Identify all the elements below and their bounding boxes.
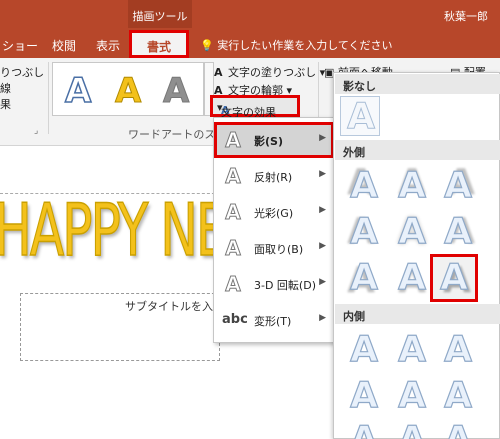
lightbulb-icon: 💡	[200, 39, 214, 52]
shadow-outer-2[interactable]: A	[392, 165, 432, 206]
shape-effects-button[interactable]: 果	[0, 96, 11, 112]
shadow-outer-8[interactable]: A	[392, 257, 432, 298]
tab-format-label: 書式	[146, 40, 171, 54]
submenu-arrow-icon: ▶	[319, 277, 326, 287]
shadow-outer-7-letter: A	[349, 257, 378, 298]
shadow-inner-9-letter: A	[438, 419, 478, 439]
shadow-inner-5-letter: A	[397, 375, 426, 416]
text-effects-button[interactable]: A 文字の効果 ▾	[210, 95, 300, 119]
shadow-outer-5-letter: A	[397, 211, 426, 252]
shadow-outer-7[interactable]: A	[344, 257, 384, 298]
tab-view[interactable]: 表示	[96, 37, 120, 54]
shadow-inner-1[interactable]: A	[344, 329, 384, 370]
bevel-icon: A	[225, 236, 241, 261]
submenu-arrow-icon: ▶	[319, 205, 326, 215]
menu-item-shadow-label: 影(S)	[254, 135, 283, 148]
drawing-tools-context: 描画ツール	[128, 0, 192, 28]
shadow-inner-7-letter: A	[344, 419, 384, 439]
shadow-outer-9-selected[interactable]: A	[430, 254, 478, 302]
section-inner: 内側	[335, 304, 500, 324]
shadow-inner-2-letter: A	[397, 329, 426, 370]
shadow-outer-3[interactable]: A	[438, 165, 478, 206]
shadow-inner-9[interactable]: A	[438, 419, 478, 439]
text-effects-label-wrap: A 文字の効果 ▾	[217, 101, 276, 119]
menu-item-shadow[interactable]: A 影(S) ▶	[214, 122, 334, 158]
menu-item-3d-rotation[interactable]: A 3-D 回転(D) ▶	[214, 266, 334, 302]
menu-item-bevel[interactable]: A 面取り(B) ▶	[214, 230, 334, 266]
section-outer-label: 外側	[343, 146, 365, 159]
glow-icon: A	[225, 200, 241, 225]
subtitle-placeholder-text: サブタイトルを入	[125, 300, 213, 313]
shadow-icon: A	[225, 128, 241, 153]
shadow-inner-7[interactable]: A	[344, 419, 384, 439]
shape-outline-button[interactable]: 線	[0, 80, 11, 96]
shadow-outer-8-letter: A	[397, 257, 426, 298]
wordart-style-gallery[interactable]: A A A	[52, 62, 204, 116]
submenu-arrow-icon: ▶	[319, 169, 326, 179]
shadow-outer-6-letter: A	[443, 211, 472, 252]
shape-fill-button[interactable]: りつぶし	[0, 64, 44, 80]
text-fill-icon: A	[214, 66, 223, 79]
section-no-shadow: 影なし	[335, 74, 500, 94]
wordart-style-gray[interactable]: A	[162, 71, 189, 112]
submenu-arrow-icon: ▶	[319, 133, 326, 143]
tell-me-search[interactable]: 💡 実行したい作業を入力してください	[200, 37, 393, 53]
dialog-launcher-icon[interactable]: ⌟	[34, 126, 38, 136]
ribbon-separator	[48, 62, 49, 134]
tab-slideshow[interactable]: ショー	[2, 37, 38, 54]
menu-item-reflection-label: 反射(R)	[254, 171, 293, 184]
shadow-inner-8-letter: A	[392, 419, 432, 439]
menu-item-glow-label: 光彩(G)	[254, 207, 294, 220]
title-bar: 描画ツール 秋葉一郎	[0, 0, 500, 28]
shadow-inner-1-letter: A	[349, 329, 378, 370]
tab-format[interactable]: 書式	[129, 30, 189, 58]
menu-item-reflection[interactable]: A 反射(R) ▶	[214, 158, 334, 194]
shadow-outer-2-letter: A	[397, 165, 426, 206]
tab-review[interactable]: 校閲	[52, 37, 76, 54]
section-outer: 外側	[335, 140, 500, 160]
transform-icon: abc	[222, 312, 248, 327]
shadow-outer-9-letter: A	[439, 257, 468, 298]
shadow-none-preview: A	[341, 96, 381, 137]
shadow-inner-2[interactable]: A	[392, 329, 432, 370]
shadow-outer-5[interactable]: A	[392, 211, 432, 252]
menu-item-3d-rotation-label: 3-D 回転(D)	[254, 279, 316, 292]
submenu-arrow-icon: ▶	[319, 241, 326, 251]
shadow-outer-1-letter: A	[349, 165, 378, 206]
tell-me-text: 実行したい作業を入力してください	[217, 39, 393, 52]
shadow-inner-6-letter: A	[443, 375, 472, 416]
user-name[interactable]: 秋葉一郎	[444, 8, 488, 24]
submenu-arrow-icon: ▶	[319, 313, 326, 323]
shadow-none-option[interactable]: A	[340, 96, 381, 137]
shadow-outer-4[interactable]: A	[344, 211, 384, 252]
drawing-tools-label: 描画ツール	[132, 10, 188, 23]
shadow-outer-1[interactable]: A	[344, 165, 384, 206]
shadow-inner-4-letter: A	[349, 375, 378, 416]
menu-item-bevel-label: 面取り(B)	[254, 243, 304, 256]
3d-rotation-icon: A	[225, 272, 241, 297]
menu-item-transform[interactable]: abc 変形(T) ▶	[214, 302, 334, 338]
shadow-outer-6[interactable]: A	[438, 211, 478, 252]
reflection-icon: A	[225, 164, 241, 189]
shadow-outer-4-letter: A	[349, 211, 378, 252]
section-inner-label: 内側	[343, 310, 365, 323]
wordart-style-outline[interactable]: A	[64, 70, 92, 112]
shadow-inner-3[interactable]: A	[438, 329, 478, 370]
shadow-inner-3-letter: A	[443, 329, 472, 370]
shadow-none-letter: A	[347, 96, 376, 137]
wordart-style-gold[interactable]: A	[114, 71, 141, 112]
text-fill-label: 文字の塗りつぶし	[228, 66, 317, 79]
shadow-inner-8[interactable]: A	[392, 419, 432, 439]
menu-item-glow[interactable]: A 光彩(G) ▶	[214, 194, 334, 230]
shadow-inner-4[interactable]: A	[344, 375, 384, 416]
text-fill-button[interactable]: A 文字の塗りつぶし ▾	[214, 64, 325, 80]
shadow-inner-6[interactable]: A	[438, 375, 478, 416]
text-effects-menu: A 影(S) ▶ A 反射(R) ▶ A 光彩(G) ▶ A 面取り(B) ▶ …	[213, 117, 335, 343]
menu-item-transform-label: 変形(T)	[254, 315, 292, 328]
shadow-inner-5[interactable]: A	[392, 375, 432, 416]
shadow-outer-3-letter: A	[443, 165, 472, 206]
section-no-shadow-label: 影なし	[343, 80, 376, 93]
powerpoint-window: 描画ツール 秋葉一郎 ショー 校閲 表示 書式 💡 実行したい作業を入力してくだ…	[0, 0, 500, 439]
